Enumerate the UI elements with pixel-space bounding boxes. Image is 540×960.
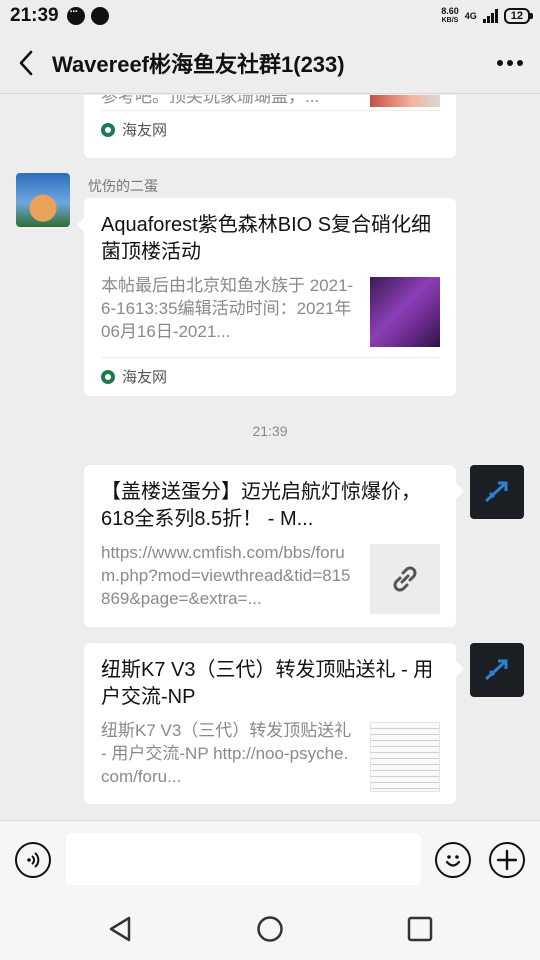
link-card-title: Aquaforest紫色森林BIO S复合硝化细菌顶楼活动	[101, 214, 432, 263]
more-button[interactable]	[480, 32, 540, 94]
voice-button[interactable]	[15, 842, 51, 878]
link-card-description: 本帖最后由北京知鱼水族于 2021-6-1613:35编辑活动时间：2021年0…	[101, 276, 354, 341]
link-card-source-name: 海友网	[122, 122, 168, 139]
bubble-tail	[456, 483, 464, 499]
link-card-source: 海友网	[101, 357, 440, 387]
notification-icon	[66, 6, 85, 25]
system-navigation-bar	[0, 898, 540, 960]
voice-icon	[27, 852, 40, 868]
signal-bars-icon	[482, 9, 498, 23]
bubble-tail	[456, 661, 464, 677]
chevron-left-icon	[19, 50, 33, 75]
link-card-title: 纽斯K7 V3（三代）转发顶贴送礼 - 用户交流-NP	[101, 659, 434, 708]
link-card-description: 纽斯K7 V3（三代）转发顶贴送礼 - 用户交流-NP http://noo-p…	[101, 721, 352, 786]
chat-header: Wavereef彬海鱼友社群1(233)	[0, 32, 540, 94]
link-card-message[interactable]: 参考吧。顶尖玩家珊瑚盖，... 海友网	[84, 95, 456, 158]
emoji-icon	[445, 855, 461, 867]
battery-icon: 12	[503, 8, 534, 24]
chat-message-list[interactable]: 参考吧。顶尖玩家珊瑚盖，... 海友网 忧伤的二蛋 Aquaforest紫色森林…	[0, 95, 540, 820]
link-card-thumbnail	[370, 277, 440, 347]
plus-icon	[496, 849, 518, 871]
nav-back-icon[interactable]	[105, 914, 135, 944]
emoji-button[interactable]	[435, 842, 471, 878]
message-input[interactable]	[66, 833, 421, 885]
link-thumbnail	[370, 544, 440, 614]
avatar[interactable]	[16, 173, 70, 227]
haiyou-logo-icon	[101, 122, 115, 137]
message-notification-icon	[90, 7, 109, 25]
link-card-message[interactable]: 【盖楼送蛋分】迈光启航灯惊爆价，618全系列8.5折！ - M... https…	[84, 465, 456, 627]
nav-recents-icon[interactable]	[405, 914, 435, 944]
link-card-source-name: 海友网	[122, 369, 168, 386]
link-icon	[393, 566, 417, 592]
more-icon	[497, 59, 523, 66]
link-card-thumbnail	[370, 722, 440, 792]
network-speed-unit: KB/S	[441, 17, 459, 24]
haiyou-logo-icon	[101, 369, 115, 384]
sender-name: 忧伤的二蛋	[88, 178, 158, 194]
back-button[interactable]	[0, 32, 52, 94]
chat-title: Wavereef彬海鱼友社群1(233)	[52, 51, 345, 77]
message-input-bar	[0, 820, 540, 898]
avatar[interactable]	[470, 643, 524, 697]
link-card-source: 海友网	[101, 110, 440, 140]
avatar[interactable]	[470, 465, 524, 519]
link-card-message[interactable]: Aquaforest紫色森林BIO S复合硝化细菌顶楼活动 本帖最后由北京知鱼水…	[84, 198, 456, 396]
status-bar: 21:39 8.60 KB/S 4G 12	[0, 0, 540, 32]
more-functions-button[interactable]	[489, 842, 525, 878]
signal-type: 4G	[464, 11, 477, 21]
status-time: 21:39	[10, 5, 59, 26]
network-speed: 8.60 KB/S	[441, 7, 459, 25]
link-card-thumbnail	[370, 95, 440, 107]
message-timestamp: 21:39	[252, 423, 288, 439]
network-speed-value: 8.60	[441, 6, 459, 16]
link-card-description: https://www.cmfish.com/bbs/forum.php?mod…	[101, 543, 351, 608]
link-card-message[interactable]: 纽斯K7 V3（三代）转发顶贴送礼 - 用户交流-NP 纽斯K7 V3（三代）转…	[84, 643, 456, 804]
link-card-description: 参考吧。顶尖玩家珊瑚盖，...	[101, 95, 320, 106]
nav-home-icon[interactable]	[255, 914, 285, 944]
link-card-title: 【盖楼送蛋分】迈光启航灯惊爆价，618全系列8.5折！ - M...	[101, 481, 421, 530]
